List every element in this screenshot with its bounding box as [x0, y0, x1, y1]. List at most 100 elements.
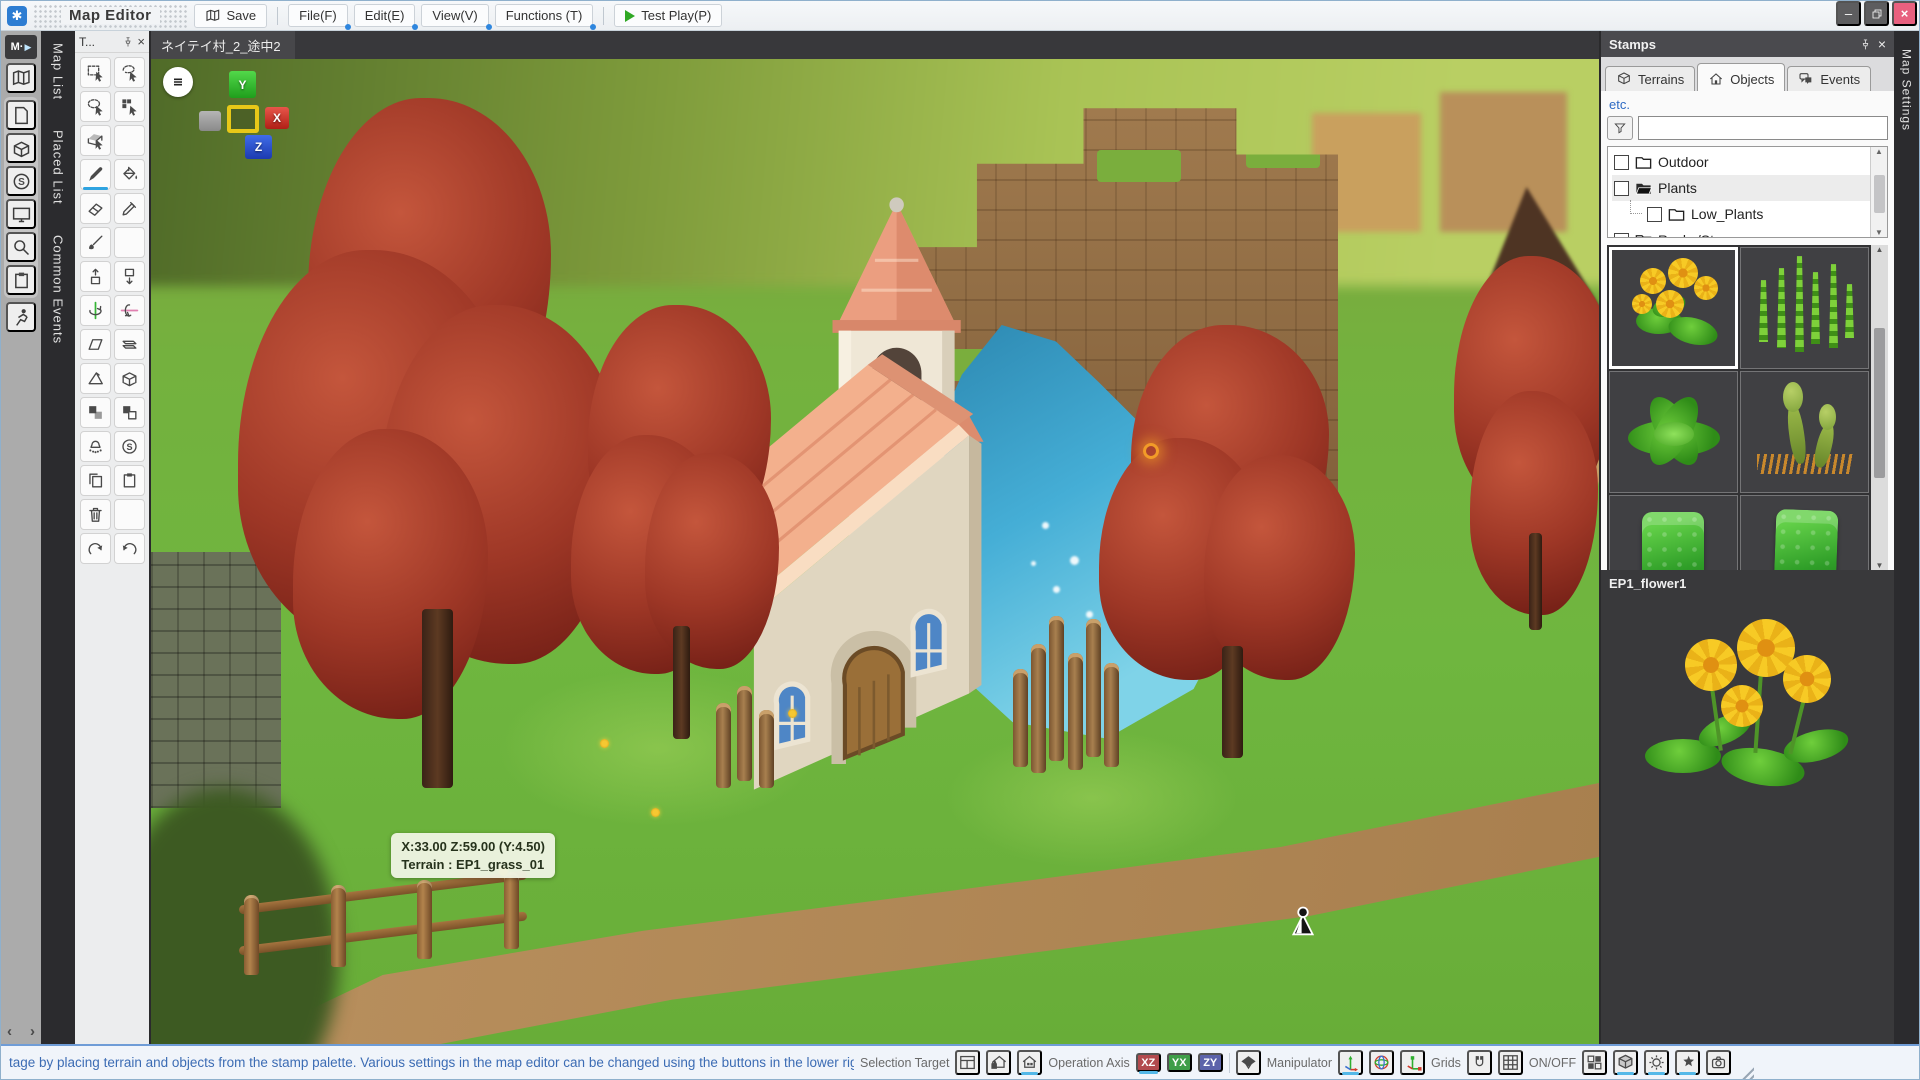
- axis-zy-button[interactable]: ZY: [1198, 1053, 1223, 1072]
- map-tab[interactable]: ネイテイ村_2_途中2: [151, 31, 295, 59]
- rotate-x-tool[interactable]: [114, 295, 145, 326]
- checkbox[interactable]: [1647, 207, 1662, 222]
- stamp-thumb-leafy-plant[interactable]: [1609, 371, 1738, 493]
- checkbox[interactable]: [1614, 181, 1629, 196]
- save-button[interactable]: Save: [194, 4, 268, 28]
- scroll-down-icon[interactable]: ▼: [1875, 228, 1883, 237]
- gizmo-z-axis[interactable]: Z: [245, 135, 272, 159]
- stamp-search-input[interactable]: [1638, 116, 1888, 140]
- stamp-thumb-bush-cube[interactable]: [1609, 495, 1738, 570]
- pin-icon[interactable]: [122, 36, 134, 48]
- close-panel-icon[interactable]: ×: [1878, 36, 1886, 52]
- map-edit-icon[interactable]: [6, 63, 36, 93]
- gizmo-x-axis[interactable]: X: [265, 107, 289, 129]
- lasso-select-tool[interactable]: [114, 57, 145, 88]
- tab-placed-list[interactable]: Placed List: [51, 126, 66, 209]
- scroll-down-icon[interactable]: ▼: [1876, 561, 1884, 570]
- ramp-tool[interactable]: [80, 363, 111, 394]
- system-stamp-tool[interactable]: [114, 431, 145, 462]
- stamp-thumb-horsetail[interactable]: [1740, 247, 1869, 369]
- surface-select-tool[interactable]: [80, 125, 111, 156]
- resize-grip[interactable]: [1739, 1064, 1754, 1079]
- pen-tool[interactable]: [80, 159, 111, 190]
- tab-common-events[interactable]: Common Events: [51, 231, 66, 348]
- stamp-thumb-flower[interactable]: [1609, 247, 1738, 369]
- slope-tool[interactable]: [80, 329, 111, 360]
- effects-toggle-button[interactable]: [1675, 1050, 1700, 1075]
- minimize-button[interactable]: –: [1836, 1, 1861, 26]
- tab-map-settings[interactable]: Map Settings: [1900, 45, 1914, 135]
- move-manipulator-button[interactable]: [1338, 1050, 1363, 1075]
- scroll-left-icon[interactable]: ‹: [7, 1023, 12, 1040]
- scroll-up-icon[interactable]: ▲: [1875, 147, 1883, 156]
- system-icon[interactable]: [6, 166, 36, 196]
- eyedropper-tool[interactable]: [114, 193, 145, 224]
- engine-logo-icon[interactable]: M·▶: [5, 35, 37, 59]
- selection-target-object-button[interactable]: [1017, 1050, 1042, 1075]
- tree-row-plants[interactable]: Plants: [1612, 175, 1870, 201]
- rotate-y-tool[interactable]: [80, 295, 111, 326]
- gizmo-y-axis[interactable]: Y: [229, 71, 256, 98]
- pin-icon[interactable]: [1859, 38, 1872, 51]
- menu-functions[interactable]: Functions (T): [495, 4, 594, 27]
- scale-manipulator-button[interactable]: [1400, 1050, 1425, 1075]
- copy-tool[interactable]: [80, 465, 111, 496]
- tab-terrains[interactable]: Terrains: [1605, 66, 1695, 91]
- redo-tool[interactable]: [80, 533, 111, 564]
- restore-button[interactable]: [1864, 1, 1889, 26]
- camera-toggle-button[interactable]: [1706, 1050, 1731, 1075]
- menu-file[interactable]: File(F): [288, 4, 348, 27]
- ellipse-select-tool[interactable]: [80, 91, 111, 122]
- gizmo-gray-cube[interactable]: [199, 111, 221, 131]
- scroll-right-icon[interactable]: ›: [30, 1023, 35, 1040]
- grid-toggle-button[interactable]: [1498, 1050, 1523, 1075]
- menu-edit[interactable]: Edit(E): [354, 4, 416, 27]
- map-3d-canvas[interactable]: Y X Z X:33.00 Z:59.00 (Y:4.50) Terrain :…: [151, 59, 1599, 1044]
- menu-view[interactable]: View(V): [421, 4, 488, 27]
- spotlight-tool[interactable]: [80, 431, 111, 462]
- stack-layers-tool[interactable]: [114, 329, 145, 360]
- undo-tool[interactable]: [114, 533, 145, 564]
- lower-terrain-tool[interactable]: [114, 261, 145, 292]
- send-back-tool[interactable]: [114, 397, 145, 428]
- layer-diamond-button[interactable]: [1236, 1050, 1261, 1075]
- raise-terrain-tool[interactable]: [80, 261, 111, 292]
- stamp-thumb-bush-cube[interactable]: [1740, 495, 1869, 570]
- eraser-tool[interactable]: [80, 193, 111, 224]
- selection-target-lock-button[interactable]: [986, 1050, 1011, 1075]
- grid-scrollbar[interactable]: ▲ ▼: [1871, 245, 1888, 570]
- etc-link[interactable]: etc.: [1609, 97, 1888, 112]
- tab-map-list[interactable]: Map List: [51, 39, 66, 104]
- tree-row-rocks-stones[interactable]: Rocks/Stones: [1612, 227, 1870, 237]
- bring-front-tool[interactable]: [80, 397, 111, 428]
- fill-tool[interactable]: [114, 159, 145, 190]
- debug-search-icon[interactable]: [6, 232, 36, 262]
- axis-xz-button[interactable]: XZ: [1136, 1053, 1161, 1072]
- tab-objects[interactable]: Objects: [1697, 63, 1785, 91]
- close-button[interactable]: ×: [1892, 1, 1917, 26]
- scroll-thumb[interactable]: [1874, 175, 1885, 213]
- filter-button[interactable]: [1607, 116, 1633, 140]
- shovel-tool[interactable]: [80, 227, 111, 258]
- overview-squares-button[interactable]: [1582, 1050, 1607, 1075]
- resources-icon[interactable]: [6, 100, 36, 130]
- tree-row-low-plants[interactable]: Low_Plants: [1612, 201, 1870, 227]
- selection-target-layout-button[interactable]: [955, 1050, 980, 1075]
- stamp-thumb-sprouts[interactable]: [1740, 371, 1869, 493]
- rotate-manipulator-button[interactable]: [1369, 1050, 1394, 1075]
- database-icon[interactable]: [6, 133, 36, 163]
- scroll-thumb[interactable]: [1874, 328, 1885, 478]
- snap-magnet-button[interactable]: [1467, 1050, 1492, 1075]
- test-run-icon[interactable]: [6, 302, 36, 332]
- tree-row-outdoor[interactable]: Outdoor: [1612, 149, 1870, 175]
- marquee-select-tool[interactable]: [80, 57, 111, 88]
- checkbox[interactable]: [1614, 155, 1629, 170]
- scroll-up-icon[interactable]: ▲: [1876, 245, 1884, 254]
- gizmo-center-cube[interactable]: [227, 105, 259, 133]
- axis-yx-button[interactable]: YX: [1167, 1053, 1192, 1072]
- paste-tool[interactable]: [114, 465, 145, 496]
- display-settings-icon[interactable]: [6, 199, 36, 229]
- title-grip[interactable]: Map Editor: [33, 4, 188, 28]
- viewport-menu-button[interactable]: [163, 67, 193, 97]
- tree-scrollbar[interactable]: ▲ ▼: [1870, 147, 1887, 237]
